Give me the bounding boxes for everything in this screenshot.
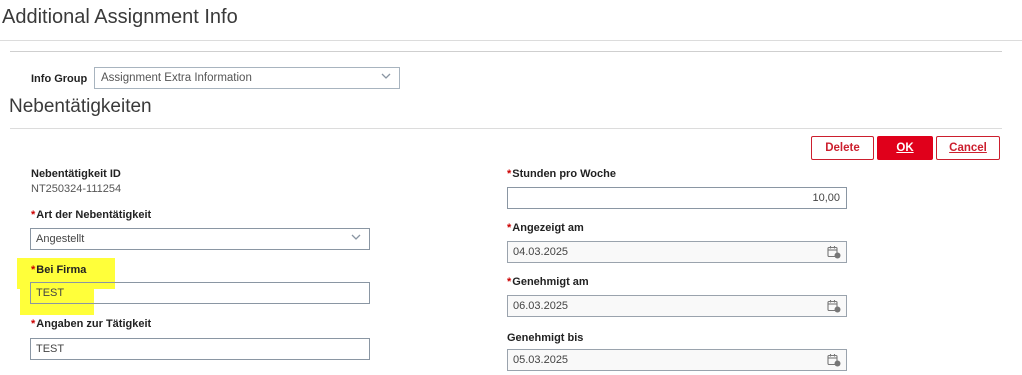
genehmigt-value: 06.03.2025 [513, 300, 569, 312]
required-marker: * [507, 276, 512, 288]
stunden-value: 10,00 [812, 192, 840, 204]
angaben-label-text: Angaben zur Tätigkeit [36, 318, 152, 330]
calendar-icon[interactable] [827, 353, 841, 367]
firma-label-text: Bei Firma [36, 264, 87, 276]
genehmigt-bis-label: Genehmigt bis [507, 332, 584, 344]
art-select[interactable]: Angestellt [30, 228, 370, 250]
stunden-input[interactable]: 10,00 [507, 187, 847, 209]
required-marker: * [507, 168, 512, 180]
nebentaetigkeit-id-label: Nebentätigkeit ID [31, 168, 121, 180]
genehmigt-bis-value: 05.03.2025 [513, 354, 569, 366]
art-label: *Art der Nebentätigkeit [31, 209, 151, 221]
nebentaetigkeit-id-value: NT250324-111254 [31, 183, 122, 195]
firma-value: TEST [36, 287, 65, 299]
info-group-label: Info Group [31, 73, 88, 85]
section-divider [10, 128, 1002, 129]
required-marker: * [31, 264, 36, 276]
angaben-label: *Angaben zur Tätigkeit [31, 318, 151, 330]
genehmigt-date-input[interactable]: 06.03.2025 [507, 295, 847, 317]
art-value: Angestellt [36, 233, 85, 245]
angaben-input[interactable]: TEST [30, 338, 370, 360]
info-group-select[interactable]: Assignment Extra Information [94, 67, 400, 89]
genehmigt-label: *Genehmigt am [507, 276, 589, 288]
info-group-value: Assignment Extra Information [101, 72, 252, 84]
art-label-text: Art der Nebentätigkeit [36, 209, 152, 221]
chevron-down-icon [381, 73, 391, 79]
genehmigt-label-text: Genehmigt am [512, 276, 589, 288]
angezeigt-value: 04.03.2025 [513, 246, 569, 258]
required-marker: * [31, 209, 36, 221]
delete-button[interactable]: Delete [811, 136, 874, 160]
content-divider [10, 51, 1002, 52]
genehmigt-bis-date-input[interactable]: 05.03.2025 [507, 349, 847, 371]
angezeigt-label: *Angezeigt am [507, 222, 584, 234]
stunden-label-text: Stunden pro Woche [512, 168, 616, 180]
stunden-label: *Stunden pro Woche [507, 168, 616, 180]
ok-button[interactable]: OK [877, 136, 933, 160]
angezeigt-label-text: Angezeigt am [512, 222, 584, 234]
required-marker: * [507, 222, 512, 234]
chevron-down-icon [351, 234, 361, 240]
cancel-button[interactable]: Cancel [936, 136, 1000, 160]
calendar-icon[interactable] [827, 245, 841, 259]
firma-input[interactable]: TEST [30, 282, 370, 304]
angezeigt-date-input[interactable]: 04.03.2025 [507, 241, 847, 263]
header-divider [0, 40, 1022, 41]
calendar-icon[interactable] [827, 299, 841, 313]
section-title: Nebentätigkeiten [9, 96, 152, 117]
required-marker: * [31, 318, 36, 330]
angaben-value: TEST [36, 343, 65, 355]
firma-label: *Bei Firma [31, 264, 86, 276]
page-title: Additional Assignment Info [2, 6, 238, 28]
